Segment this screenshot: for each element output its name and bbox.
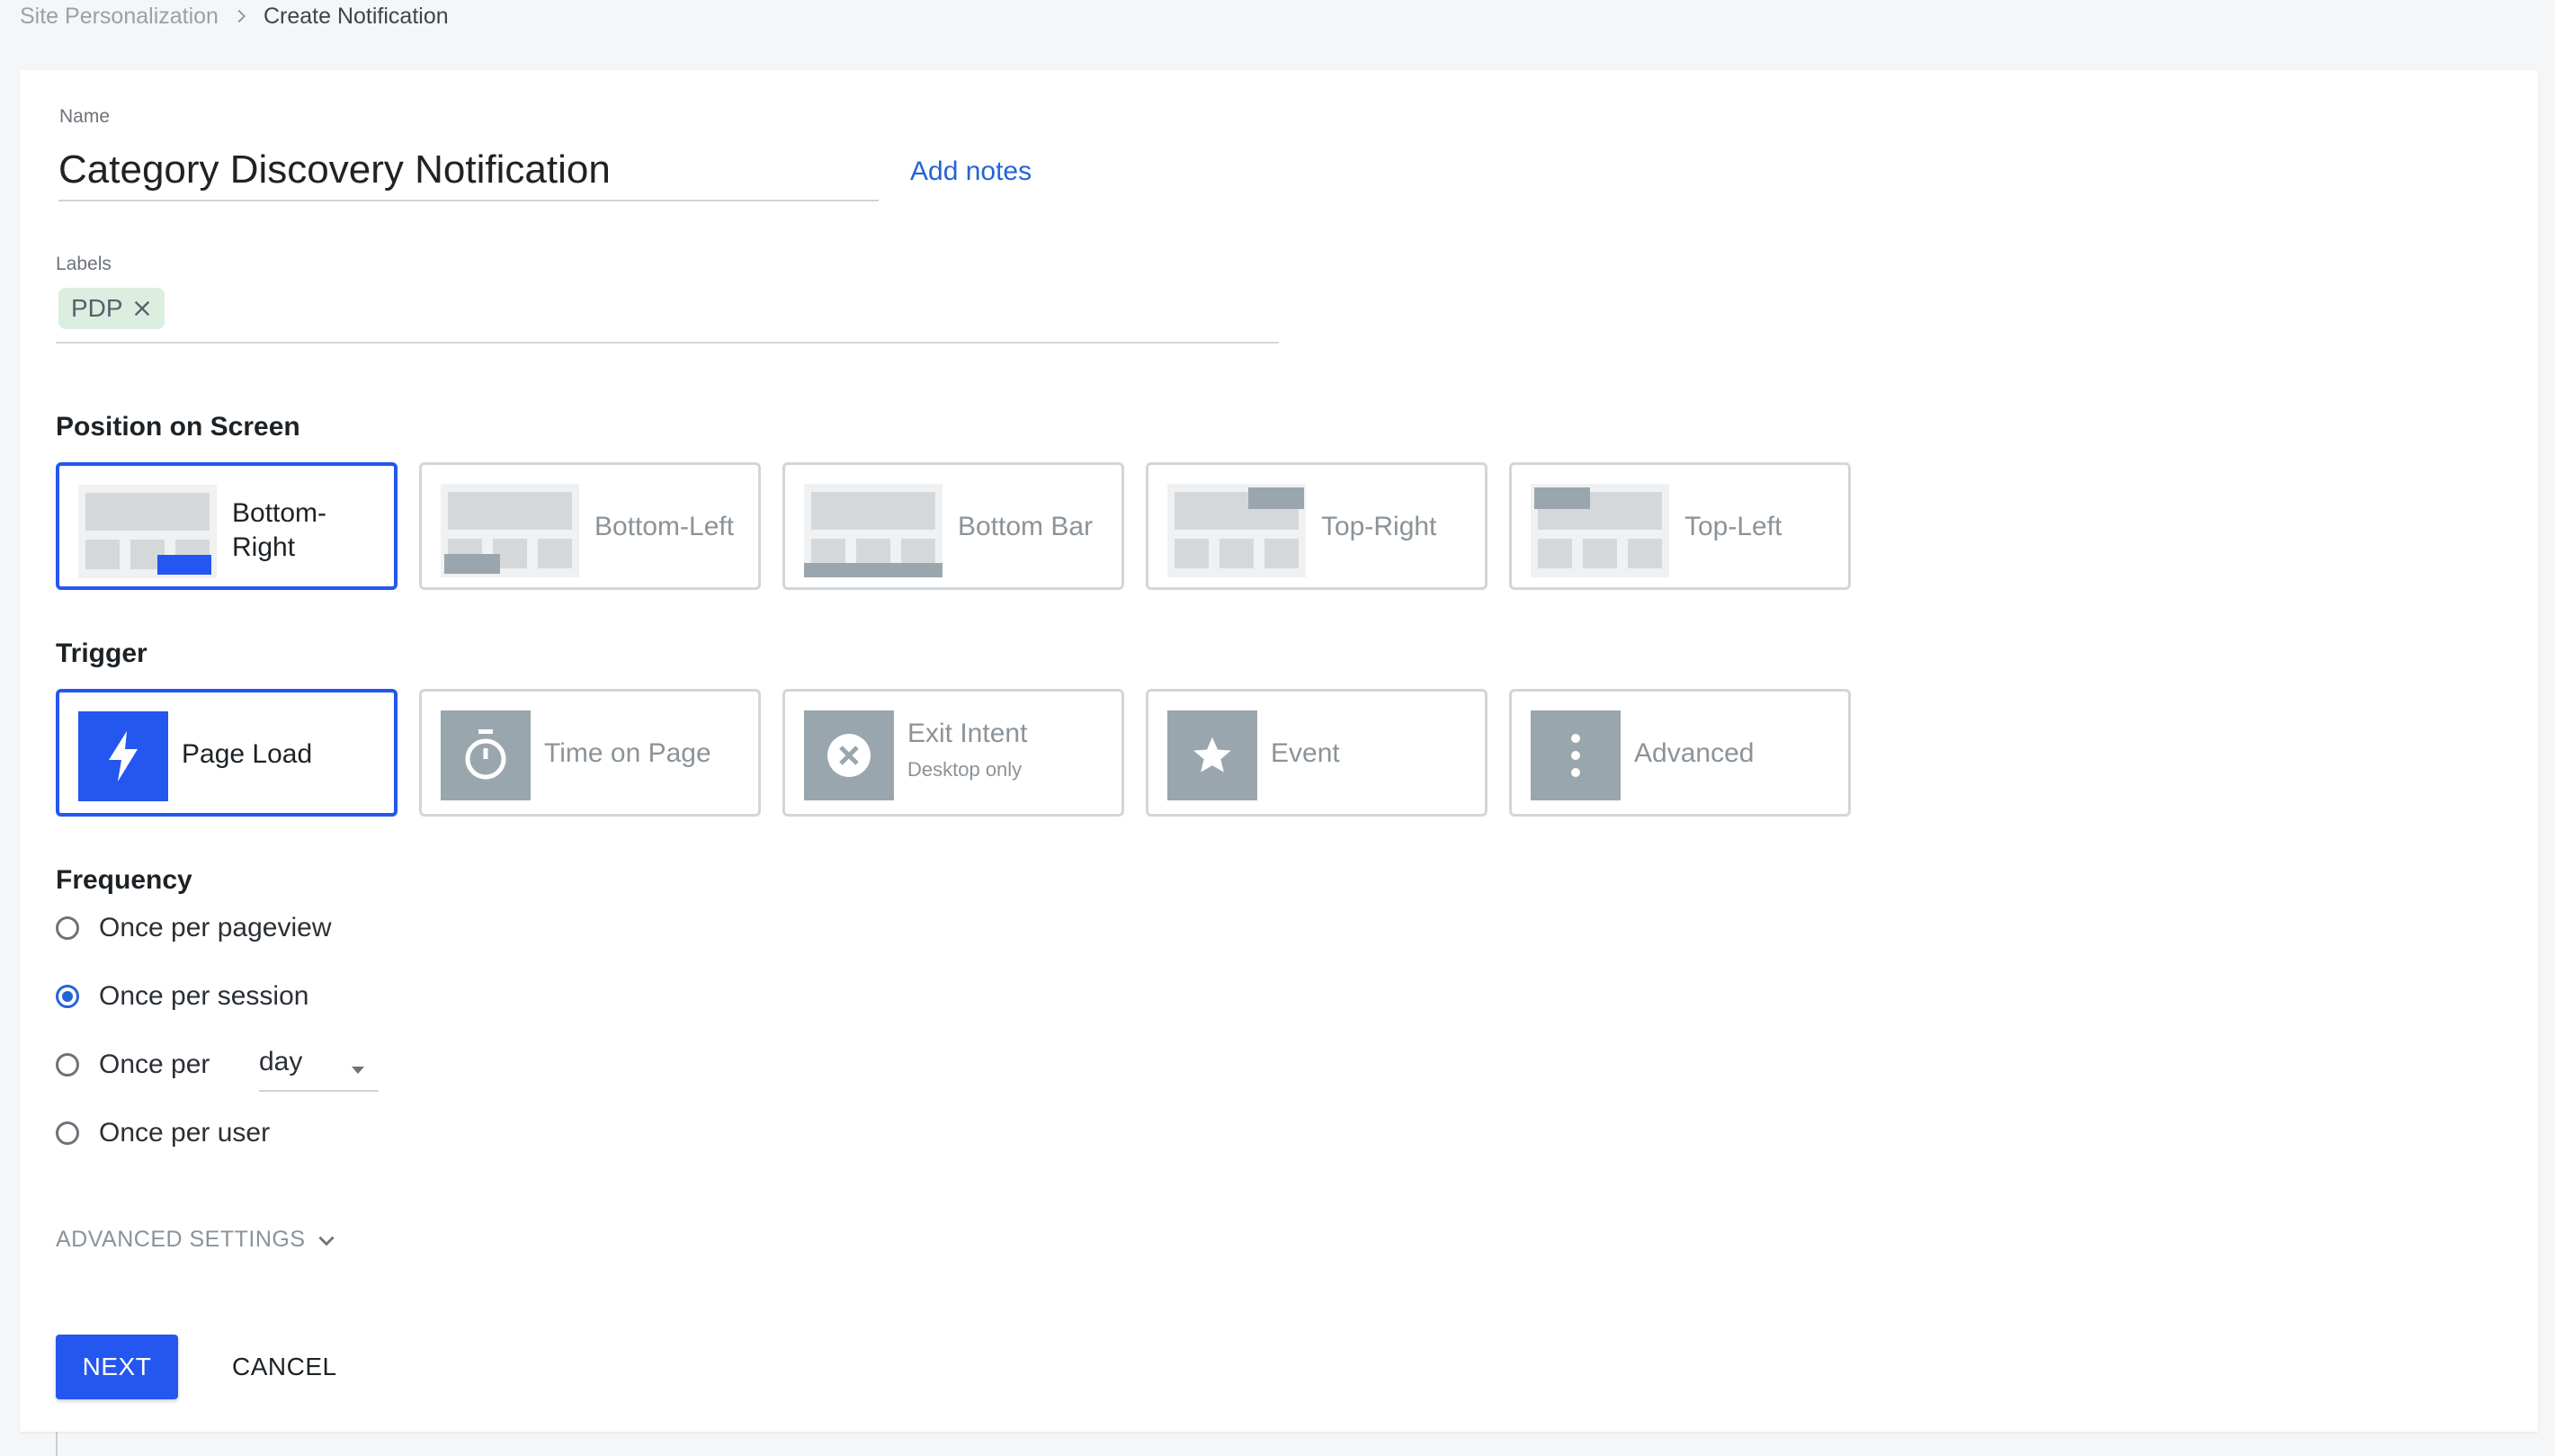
name-label: Name bbox=[59, 106, 111, 127]
position-option-top-left[interactable]: Top-Left bbox=[1509, 462, 1851, 590]
frequency-option-per-period[interactable]: Once per day bbox=[56, 1047, 415, 1092]
add-notes-link[interactable]: Add notes bbox=[910, 156, 1032, 187]
top-left-layout-icon bbox=[1531, 484, 1669, 577]
advanced-settings-toggle[interactable]: ADVANCED SETTINGS bbox=[56, 1227, 338, 1253]
chevron-right-icon bbox=[237, 9, 246, 23]
trigger-option-page-load[interactable]: Page Load bbox=[56, 689, 398, 817]
frequency-option-user[interactable]: Once per user bbox=[56, 1115, 270, 1151]
advanced-settings-label: ADVANCED SETTINGS bbox=[56, 1227, 306, 1252]
cancel-button[interactable]: CANCEL bbox=[223, 1335, 346, 1399]
labels-label: Labels bbox=[56, 254, 112, 274]
chevron-down-icon bbox=[317, 1236, 335, 1246]
frequency-label: Once per bbox=[99, 1050, 210, 1079]
name-input[interactable] bbox=[58, 140, 879, 201]
breadcrumb-current: Create Notification bbox=[263, 3, 449, 29]
position-label: Bottom-Left bbox=[594, 512, 735, 541]
position-label: Bottom- Right bbox=[232, 498, 327, 562]
trigger-option-time-on-page[interactable]: Time on Page bbox=[419, 689, 761, 817]
position-label: Top-Right bbox=[1321, 512, 1437, 541]
radio-button[interactable] bbox=[56, 916, 79, 940]
frequency-option-session[interactable]: Once per session bbox=[56, 978, 308, 1014]
bottom-left-layout-icon bbox=[441, 484, 579, 577]
radio-button[interactable] bbox=[56, 1053, 79, 1076]
position-label: Bottom Bar bbox=[958, 512, 1094, 541]
lightning-icon bbox=[78, 711, 168, 801]
frequency-section-title: Frequency bbox=[56, 865, 192, 895]
trigger-section-title: Trigger bbox=[56, 639, 147, 668]
frequency-option-pageview[interactable]: Once per pageview bbox=[56, 910, 332, 946]
trigger-option-exit-intent[interactable]: Exit Intent Desktop only bbox=[782, 689, 1124, 817]
remove-label-icon[interactable] bbox=[132, 299, 152, 318]
label-chip: PDP bbox=[58, 288, 165, 329]
position-option-top-right[interactable]: Top-Right bbox=[1146, 462, 1487, 590]
bottom-right-layout-icon bbox=[78, 485, 217, 578]
trigger-label: Page Load bbox=[182, 739, 313, 769]
labels-input[interactable]: PDP bbox=[56, 286, 1279, 344]
breadcrumb-parent-link[interactable]: Site Personalization bbox=[20, 4, 219, 30]
breadcrumb: Site Personalization Create Notification bbox=[20, 0, 449, 32]
position-label: Top-Left bbox=[1684, 512, 1782, 541]
trigger-option-advanced[interactable]: Advanced bbox=[1509, 689, 1851, 817]
trigger-option-event[interactable]: Event bbox=[1146, 689, 1487, 817]
trigger-label: Exit Intent bbox=[907, 719, 1028, 748]
period-select[interactable]: day bbox=[259, 1047, 379, 1092]
divider bbox=[56, 1432, 58, 1456]
label-chip-text: PDP bbox=[71, 294, 123, 322]
period-select-value: day bbox=[259, 1047, 303, 1076]
create-notification-form: Name Add notes Labels PDP Position on Sc… bbox=[20, 70, 2538, 1432]
stopwatch-icon bbox=[441, 710, 531, 800]
trigger-label: Advanced bbox=[1634, 738, 1755, 768]
trigger-label: Event bbox=[1271, 738, 1340, 768]
radio-button-selected[interactable] bbox=[56, 985, 79, 1008]
star-icon bbox=[1167, 710, 1257, 800]
radio-button[interactable] bbox=[56, 1121, 79, 1145]
frequency-label: Once per user bbox=[99, 1118, 271, 1148]
frequency-label: Once per pageview bbox=[99, 913, 332, 942]
dropdown-caret-icon bbox=[352, 1067, 364, 1074]
position-option-bottom-right[interactable]: Bottom- Right bbox=[56, 462, 398, 590]
position-section-title: Position on Screen bbox=[56, 412, 300, 442]
frequency-label: Once per session bbox=[99, 981, 309, 1011]
close-circle-icon bbox=[804, 710, 894, 800]
more-vertical-icon bbox=[1531, 710, 1621, 800]
bottom-bar-layout-icon bbox=[804, 484, 942, 577]
top-right-layout-icon bbox=[1167, 484, 1306, 577]
position-option-bottom-left[interactable]: Bottom-Left bbox=[419, 462, 761, 590]
position-option-bottom-bar[interactable]: Bottom Bar bbox=[782, 462, 1124, 590]
trigger-sublabel: Desktop only bbox=[907, 758, 1023, 781]
trigger-label: Time on Page bbox=[544, 738, 711, 768]
next-button[interactable]: NEXT bbox=[56, 1335, 178, 1399]
